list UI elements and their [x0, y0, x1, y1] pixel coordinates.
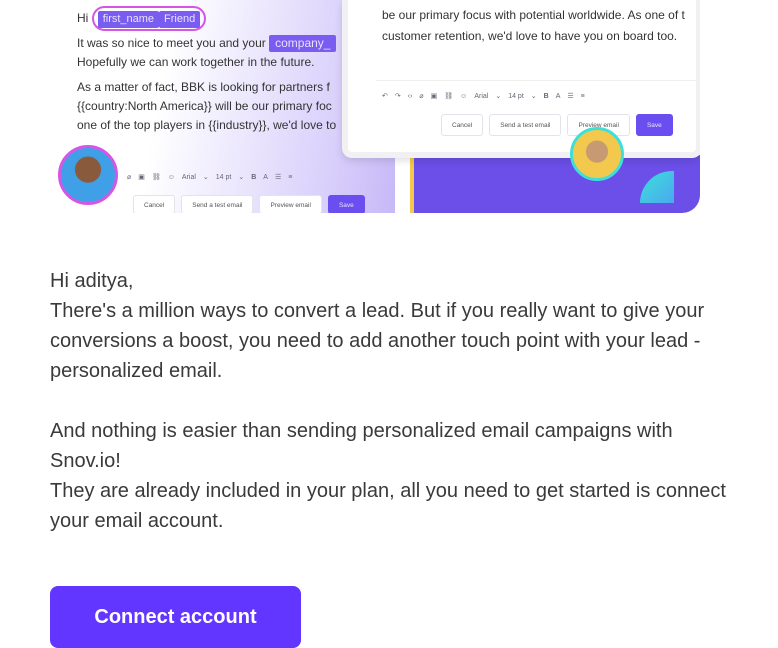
redo-icon: ↷ [394, 93, 401, 100]
paragraph: They are already included in your plan, … [50, 480, 726, 532]
size-select: 14 pt [215, 174, 232, 181]
avatar-woman [58, 145, 118, 205]
emoji-icon: ☺ [460, 93, 468, 100]
list-icon: ☰ [567, 93, 574, 100]
align-icon: ≡ [580, 93, 585, 100]
attach-icon: ⌀ [419, 93, 424, 100]
greeting-text: Hi [77, 11, 89, 25]
email-message: Hi aditya, There's a million ways to con… [50, 266, 730, 536]
save-button: Save [327, 195, 365, 213]
body-line: be our primary focus with potential worl… [382, 8, 685, 22]
paragraph: And nothing is easier than sending perso… [50, 420, 673, 472]
text-color-icon: A [555, 93, 561, 100]
send-test-button: Send a test email [181, 195, 254, 213]
first-name-chip: first_name [97, 11, 160, 28]
emoji-icon: ☺ [167, 174, 175, 181]
cancel-button: Cancel [133, 195, 176, 213]
font-select: Arial [474, 93, 489, 100]
font-select: Arial [181, 174, 196, 181]
text-color-icon: A [263, 174, 268, 181]
paragraph: There's a million ways to convert a lead… [50, 300, 705, 382]
email-editor-right: be our primary focus with potential worl… [342, 0, 700, 158]
avatar-man [570, 127, 624, 181]
size-select: 14 pt [508, 93, 524, 100]
variable-highlight: first_name Friend [91, 6, 207, 31]
preview-button: Preview email [259, 195, 322, 213]
fallback-chip: Friend [159, 11, 201, 28]
body-line: It was so nice to meet you and your [77, 36, 266, 50]
hero-image: Hi first_name Friend It was so nice to me… [50, 0, 700, 213]
image-icon: ▣ [138, 174, 145, 181]
greeting: Hi aditya, [50, 270, 134, 292]
code-icon: ‹› [407, 93, 413, 100]
align-icon: ≡ [288, 174, 293, 181]
connect-account-button[interactable]: Connect account [50, 586, 301, 648]
undo-icon: ↶ [382, 93, 388, 100]
send-test-button: Send a test email [489, 114, 562, 136]
editor-toolbar: ↶ ↷ ‹› ⌀ ▣ ⛓ ☺ Arial ⌄ 14 pt ⌄ B A ☰ ≡ [382, 86, 585, 107]
link-icon: ⛓ [151, 174, 161, 181]
company-chip: company_ [269, 35, 337, 52]
list-icon: ☰ [274, 174, 282, 181]
editor-toolbar: ⌀ ▣ ⛓ ☺ Arial ⌄ 14 pt ⌄ B A ☰ ≡ [127, 168, 292, 187]
bold-icon: B [251, 174, 257, 181]
save-button: Save [635, 114, 673, 136]
link-icon: ⛓ [444, 93, 454, 100]
bold-icon: B [543, 93, 549, 100]
attach-icon: ⌀ [127, 174, 132, 181]
image-icon: ▣ [430, 93, 438, 100]
cancel-button: Cancel [441, 114, 484, 136]
purple-backdrop [410, 155, 700, 213]
decorative-shape [640, 171, 674, 203]
body-line: customer retention, we'd love to have yo… [382, 29, 678, 43]
